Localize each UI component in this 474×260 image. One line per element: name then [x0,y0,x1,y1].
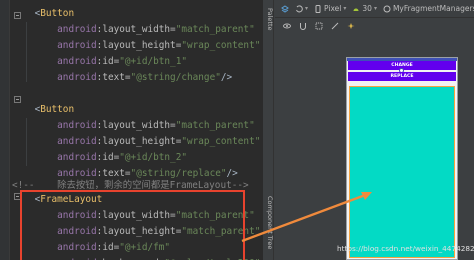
app-name-label: MyFragmentManagers [392,4,474,13]
watermark-text: https://blog.csdn.net/weixin_44742824 [337,244,474,253]
device-preview[interactable]: CHANGE REPLACE [346,57,458,260]
tool-window-strip: Palette Component Tree [263,0,274,260]
layers-icon [281,4,289,13]
code-line: <Button [12,102,75,118]
code-token: "match_parent" [175,120,255,131]
code-token: :id= [96,56,120,67]
code-line: android:layout_width="match_parent" [12,22,255,38]
code-token: android [57,136,97,147]
code-token: :text= [96,72,131,83]
code-token: /> [220,72,233,83]
infer-constraints-icon[interactable] [347,22,355,30]
code-token: "@+id/btn_1" [119,56,187,67]
device-selector[interactable]: Pixel ▾ [314,4,346,13]
chevron-down-icon: ▾ [343,5,347,12]
design-sub-toolbar [275,18,474,34]
rotate-icon [296,4,303,12]
chevron-down-icon: ▾ [305,5,309,12]
device-label: Pixel [324,4,342,13]
code-token: android [57,56,97,67]
code-token: Button [40,104,75,115]
android-icon [353,8,359,11]
code-line: android:id="@+id/btn_1" [12,54,187,70]
code-editor[interactable]: <Button android:layout_width="match_pare… [0,0,262,260]
code-token: :layout_width= [96,120,176,131]
framelayout-preview[interactable] [349,86,455,258]
code-token: "@+id/btn_2" [119,152,187,163]
code-token: android [57,40,97,51]
component-tree-tab[interactable]: Component Tree [263,196,274,249]
code-line: android:text="@string/change"/> [12,70,232,86]
orientation-button[interactable]: ▾ [295,4,309,13]
code-token: :id= [96,152,120,163]
code-token: :layout_height= [96,136,182,147]
code-token: Button [40,8,75,19]
magnet-icon[interactable] [299,22,307,30]
code-line: <Button [12,6,75,22]
code-line: android:id="@+id/btn_2" [12,150,187,166]
code-token: "wrap_content" [181,40,261,51]
margin-icon[interactable] [315,22,323,30]
theme-selector[interactable]: MyFragmentManagers [383,4,474,13]
chevron-down-icon: ▾ [373,5,377,12]
eye-icon[interactable] [283,22,291,30]
code-token: android [57,24,97,35]
framelayout-highlight-box [20,190,245,260]
code-token: "@string/change" [130,72,221,83]
code-line: android:layout_height="wrap_content" [12,38,260,54]
palette-tab[interactable]: Palette [263,8,274,31]
code-token: "match_parent" [175,24,255,35]
code-token: android [57,120,97,131]
code-line: android:layout_width="match_parent" [12,118,255,134]
code-token: "wrap_content" [181,136,261,147]
code-token: android [57,152,97,163]
api-label: 30 [362,4,372,13]
code-line: android:layout_height="wrap_content" [12,134,260,150]
design-toolbar: ▾ Pixel ▾ 30 ▾ MyFragmentManagers [275,0,474,18]
design-surface-button[interactable] [281,4,289,13]
code-token: :layout_width= [96,24,176,35]
code-token: android [57,72,97,83]
theme-circle-icon [383,5,391,12]
code-token: :layout_height= [96,40,182,51]
editor-gutter [0,0,10,260]
clear-constraints-icon[interactable] [331,22,339,30]
api-selector[interactable]: 30 ▾ [352,4,377,13]
phone-icon [315,4,321,13]
replace-button-preview[interactable]: REPLACE [348,72,456,81]
